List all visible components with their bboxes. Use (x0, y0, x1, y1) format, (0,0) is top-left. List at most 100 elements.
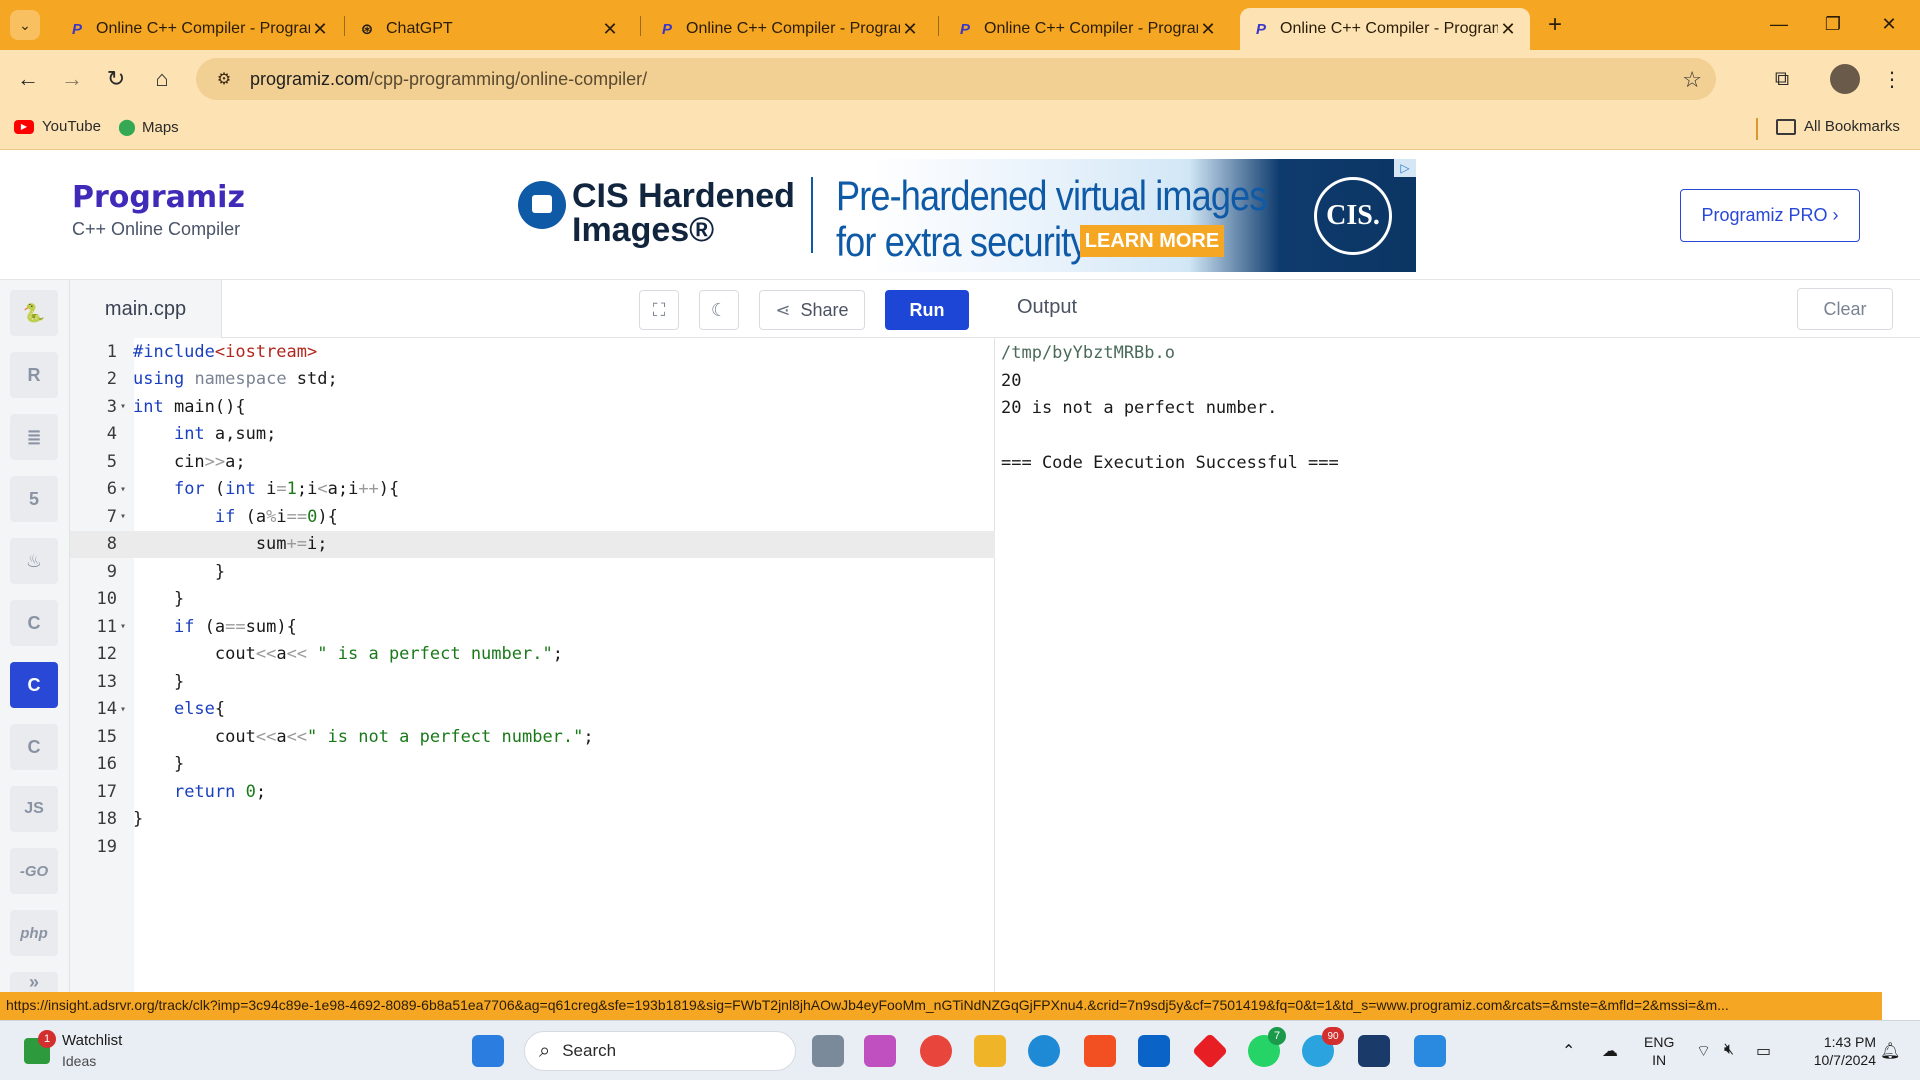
file-explorer-icon[interactable] (974, 1035, 1006, 1067)
vscode-icon[interactable] (1414, 1035, 1446, 1067)
code-line[interactable]: 9 } (70, 558, 995, 586)
close-icon[interactable]: ✕ (1198, 19, 1218, 40)
address-bar[interactable]: ⚙ programiz.com/cpp-programming/online-c… (196, 58, 1716, 100)
code-text[interactable]: cout<<a<<" is not a perfect number."; (133, 727, 594, 747)
fold-arrow-icon[interactable]: ▾ (117, 401, 133, 412)
home-button[interactable]: ⌂ (146, 63, 178, 95)
minimize-button[interactable]: — (1756, 8, 1802, 40)
html5-icon[interactable]: 5 (10, 476, 58, 522)
browser-tab-3[interactable]: P Online C++ Compiler - Program ✕ (646, 8, 932, 50)
close-window-button[interactable]: ✕ (1866, 8, 1912, 40)
forward-button[interactable]: → (56, 63, 88, 95)
code-text[interactable]: } (133, 562, 225, 582)
anydesk-icon[interactable] (1191, 1032, 1229, 1070)
start-icon[interactable] (472, 1035, 504, 1067)
back-button[interactable]: ← (12, 63, 44, 95)
code-text[interactable]: cin>>a; (133, 452, 246, 472)
code-text[interactable]: } (133, 672, 184, 692)
code-line[interactable]: 4 int a,sum; (70, 421, 995, 449)
close-icon[interactable]: ✕ (1498, 19, 1518, 40)
onedrive-cloud-icon[interactable]: ☁ (1602, 1041, 1618, 1061)
speaker-muted-icon[interactable]: 🔇︎ (1724, 1041, 1734, 1059)
fold-arrow-icon[interactable]: ▾ (117, 704, 133, 715)
csharp-icon[interactable]: C (10, 724, 58, 770)
input-language[interactable]: ENG IN (1644, 1033, 1674, 1069)
battery-icon[interactable]: ▭ (1756, 1041, 1771, 1061)
fold-arrow-icon[interactable]: ▾ (117, 621, 133, 632)
code-text[interactable]: } (133, 809, 143, 829)
code-line[interactable]: 7 ▾ if (a%i==0){ (70, 503, 995, 531)
code-line[interactable]: 19 (70, 833, 995, 861)
code-text[interactable]: using namespace std; (133, 369, 338, 389)
code-line[interactable]: 16 } (70, 751, 995, 779)
php-icon[interactable]: php (10, 910, 58, 956)
code-line[interactable]: 17 return 0; (70, 778, 995, 806)
dev-cpp-icon[interactable] (1358, 1035, 1390, 1067)
code-text[interactable]: return 0; (133, 782, 266, 802)
fullscreen-button[interactable]: ⛶ (639, 290, 679, 330)
new-tab-button[interactable]: + (1540, 10, 1570, 40)
code-line[interactable]: 2 using namespace std; (70, 366, 995, 394)
sql-database-icon[interactable]: ≣ (10, 414, 58, 460)
outlook-icon[interactable] (1138, 1035, 1170, 1067)
code-line[interactable]: 8 sum+=i; (70, 530, 995, 558)
file-tab-main-cpp[interactable]: main.cpp (70, 280, 222, 338)
code-text[interactable]: int a,sum; (133, 424, 276, 444)
extensions-button[interactable]: ⧉ (1766, 63, 1798, 95)
tab-search-button[interactable]: ⌄ (10, 10, 40, 40)
bookmark-youtube[interactable]: ▶ YouTube (14, 118, 101, 135)
close-icon[interactable]: ✕ (900, 19, 920, 40)
code-line[interactable]: 11 ▾ if (a==sum){ (70, 613, 995, 641)
code-editor[interactable]: 1 #include<iostream> 2 using namespace std;… (70, 338, 995, 992)
output-console[interactable]: /tmp/byYbztMRBb.o 20 20 is not a perfect n… (995, 338, 1920, 992)
restore-button[interactable]: ❐ (1810, 8, 1856, 40)
menu-button[interactable]: ⋮ (1876, 63, 1908, 95)
telegram-icon[interactable]: 90 (1302, 1027, 1344, 1067)
programiz-logo[interactable]: Programiz C++ Online Compiler (72, 180, 245, 240)
code-line[interactable]: 13 } (70, 668, 995, 696)
code-line[interactable]: 15 cout<<a<<" is not a perfect number."; (70, 723, 995, 751)
code-text[interactable]: if (a%i==0){ (133, 507, 338, 527)
advertisement-banner[interactable]: CIS Hardened Images® Pre-hardened virtua… (506, 159, 1416, 272)
javascript-icon[interactable]: JS (10, 786, 58, 832)
close-icon[interactable]: ✕ (600, 19, 620, 40)
code-line[interactable]: 6 ▾ for (int i=1;i<a;i++){ (70, 476, 995, 504)
code-line[interactable]: 12 cout<<a<< " is a perfect number."; (70, 641, 995, 669)
code-line[interactable]: 3 ▾ int main(){ (70, 393, 995, 421)
code-lines[interactable]: 1 #include<iostream> 2 using namespace std;… (70, 338, 995, 861)
r-language-icon[interactable]: R (10, 352, 58, 398)
code-text[interactable]: for (int i=1;i<a;i++){ (133, 479, 399, 499)
code-text[interactable]: } (133, 754, 184, 774)
fold-arrow-icon[interactable]: ▾ (117, 484, 133, 495)
code-text[interactable]: else{ (133, 699, 225, 719)
python-icon[interactable]: 🐍 (10, 290, 58, 336)
microsoft-store-icon[interactable] (1084, 1035, 1116, 1067)
chrome-icon[interactable] (920, 1035, 952, 1067)
ad-learn-more-button[interactable]: LEARN MORE (1080, 225, 1224, 257)
code-text[interactable]: #include<iostream> (133, 342, 317, 362)
chevron-up-icon[interactable]: ⌃ (1562, 1041, 1575, 1061)
copilot-icon[interactable] (864, 1035, 896, 1067)
notification-bell-icon[interactable]: 🔔︎ (1880, 1041, 1900, 1061)
browser-tab-5-active[interactable]: P Online C++ Compiler - Program ✕ (1240, 8, 1530, 50)
edge-icon[interactable] (1028, 1035, 1060, 1067)
browser-tab-2[interactable]: ⊛ ChatGPT ✕ (346, 8, 632, 50)
code-line[interactable]: 18} (70, 806, 995, 834)
watchlist-widget[interactable]: 1 Watchlist Ideas (24, 1030, 122, 1071)
all-bookmarks-button[interactable]: All Bookmarks (1776, 118, 1900, 135)
code-line[interactable]: 5 cin>>a; (70, 448, 995, 476)
code-line[interactable]: 14 ▾ else{ (70, 696, 995, 724)
code-text[interactable]: int main(){ (133, 397, 246, 417)
go-icon[interactable]: -GO (10, 848, 58, 894)
run-button[interactable]: Run (885, 290, 969, 330)
close-icon[interactable]: ✕ (310, 19, 330, 40)
swift-icon[interactable]: » (10, 972, 58, 992)
java-icon[interactable]: ♨ (10, 538, 58, 584)
code-line[interactable]: 1 #include<iostream> (70, 338, 995, 366)
bookmark-star-icon[interactable]: ☆ (1682, 67, 1702, 93)
browser-tab-4[interactable]: P Online C++ Compiler - Program ✕ (944, 8, 1230, 50)
code-line[interactable]: 10 } (70, 586, 995, 614)
adchoices-icon[interactable]: ▷ (1394, 159, 1416, 177)
bookmark-maps[interactable]: ⬤ Maps (118, 118, 179, 137)
code-text[interactable]: cout<<a<< " is a perfect number."; (133, 644, 563, 664)
